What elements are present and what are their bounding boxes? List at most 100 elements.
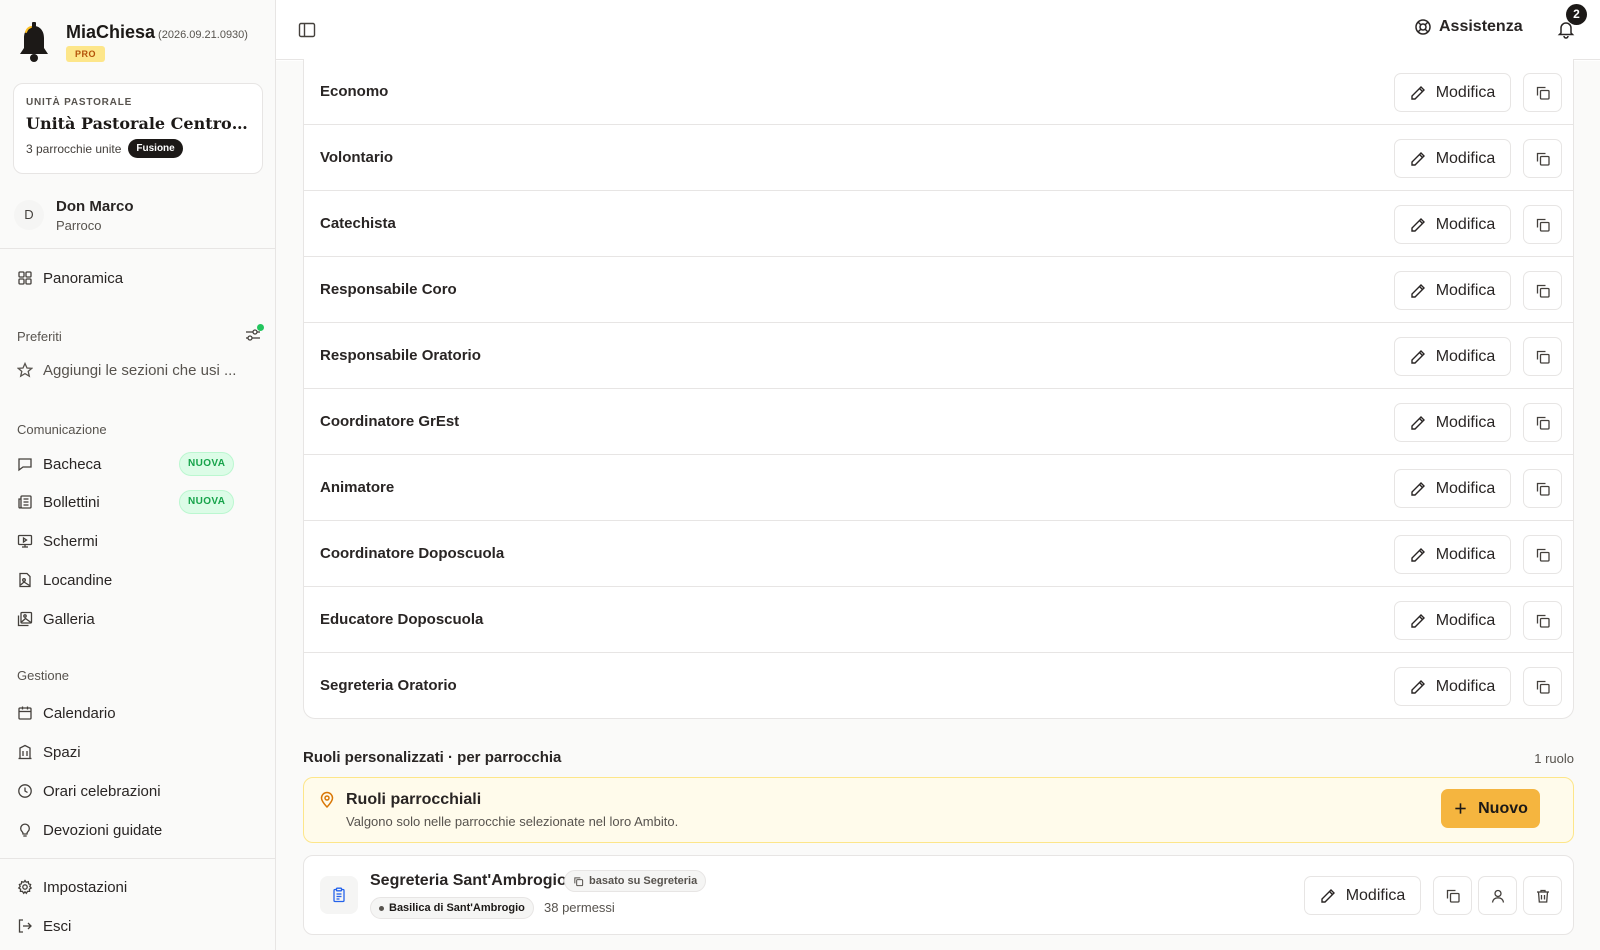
nav-spazi[interactable]: Spazi [17, 740, 81, 764]
avatar: D [14, 200, 44, 230]
nav-label: Bollettini [43, 493, 100, 511]
map-pin-icon [320, 791, 334, 809]
nav-devozioni-guidate[interactable]: Devozioni guidate [17, 818, 162, 842]
table-row: Volontario Modifica [304, 125, 1573, 191]
custom-role-name: Segreteria Sant'Ambrogio [370, 872, 567, 889]
role-name: Volontario [320, 149, 394, 166]
nav-label: Panoramica [43, 269, 124, 287]
nav-esci[interactable]: Esci [17, 914, 71, 938]
edit-label: Modifica [1435, 149, 1496, 167]
role-name: Coordinatore Doposcuola [320, 545, 505, 562]
edit-label: Modifica [1435, 281, 1496, 299]
user-icon [1491, 889, 1504, 903]
edit-role-button[interactable]: Modifica [1394, 139, 1511, 178]
calendar-icon [18, 706, 32, 720]
divider [0, 248, 276, 249]
nav-orari-celebrazioni[interactable]: Orari celebrazioni [17, 779, 161, 803]
file-image-icon [19, 572, 31, 588]
favorites-settings-button[interactable] [244, 324, 264, 344]
pencil-icon [1411, 85, 1425, 100]
edit-role-button[interactable]: Modifica [1394, 469, 1511, 508]
sidebar-toggle-icon[interactable] [298, 21, 316, 39]
topbar: Assistenza 2 [276, 0, 1600, 60]
edit-custom-role-button[interactable]: Modifica [1304, 876, 1421, 915]
nav-locandine[interactable]: Locandine [17, 568, 112, 592]
parish-chip: Basilica di Sant'Ambrogio [370, 897, 534, 919]
duplicate-role-button[interactable] [1523, 139, 1562, 178]
duplicate-role-button[interactable] [1523, 535, 1562, 574]
table-row: Coordinatore GrEst Modifica [304, 389, 1573, 455]
table-row: Coordinatore Doposcuola Modifica [304, 521, 1573, 587]
copy-icon [1536, 548, 1550, 562]
favorites-heading: Preferiti [17, 329, 62, 344]
user-name: Don Marco [56, 198, 134, 215]
unit-meta: 3 parrocchie unite Fusione [26, 139, 250, 158]
copy-icon [574, 876, 584, 886]
copy-icon [1536, 680, 1550, 694]
duplicate-role-button[interactable] [1523, 469, 1562, 508]
edit-role-button[interactable]: Modifica [1394, 205, 1511, 244]
edit-label: Modifica [1435, 347, 1496, 365]
pencil-icon [1411, 415, 1425, 430]
pencil-icon [1411, 481, 1425, 496]
pencil-icon [1411, 217, 1425, 232]
brand[interactable]: MiaChiesa (2026.09.21.0930) PRO [16, 20, 266, 70]
edit-label: Modifica [1435, 611, 1496, 629]
custom-role-card: Segreteria Sant'Ambrogio basato su Segre… [303, 855, 1574, 935]
edit-role-button[interactable]: Modifica [1394, 667, 1511, 706]
edit-role-button[interactable]: Modifica [1394, 403, 1511, 442]
delete-button[interactable] [1523, 876, 1562, 915]
duplicate-role-button[interactable] [1523, 403, 1562, 442]
nav-galleria[interactable]: Galleria [17, 607, 95, 631]
user-role: Parroco [56, 218, 102, 233]
duplicate-role-button[interactable] [1523, 205, 1562, 244]
new-role-button[interactable]: Nuovo [1441, 789, 1540, 828]
church-bell-logo-icon [20, 22, 48, 62]
role-name: Educatore Doposcuola [320, 611, 484, 628]
duplicate-role-button[interactable] [1523, 337, 1562, 376]
assign-users-button[interactable] [1478, 876, 1517, 915]
pastoral-unit-card[interactable]: UNITÀ PASTORALE Unità Pastorale Centro S… [13, 83, 263, 174]
edit-role-button[interactable]: Modifica [1394, 337, 1511, 376]
edit-role-button[interactable]: Modifica [1394, 601, 1511, 640]
edit-role-button[interactable]: Modifica [1394, 271, 1511, 310]
duplicate-role-button[interactable] [1523, 271, 1562, 310]
pencil-icon [1411, 679, 1425, 694]
edit-role-button[interactable]: Modifica [1394, 535, 1511, 574]
role-name: Responsabile Oratorio [320, 347, 481, 364]
new-badge: NUOVA [179, 452, 235, 476]
copy-icon [1536, 284, 1550, 298]
help-button[interactable]: Assistenza [1414, 18, 1523, 36]
role-name: Catechista [320, 215, 396, 232]
duplicate-button[interactable] [1433, 876, 1472, 915]
custom-roles-count: 1 ruolo [1534, 751, 1574, 766]
duplicate-role-button[interactable] [1523, 667, 1562, 706]
role-name: Economo [320, 83, 389, 100]
table-row: Educatore Doposcuola Modifica [304, 587, 1573, 653]
nav-bacheca[interactable]: Bacheca [17, 452, 101, 476]
help-label: Assistenza [1439, 18, 1523, 35]
edit-role-button[interactable]: Modifica [1394, 73, 1511, 112]
duplicate-role-button[interactable] [1523, 601, 1562, 640]
divider [0, 858, 276, 859]
copy-icon [1536, 218, 1550, 232]
main-content: Economo Modifica Volontario Modifica Catechi… [276, 59, 1600, 950]
role-name: Coordinatore GrEst [320, 413, 460, 430]
nav-schermi[interactable]: Schermi [17, 529, 98, 553]
star-icon [17, 362, 33, 378]
pencil-icon [1411, 349, 1425, 364]
plan-badge: PRO [66, 46, 106, 62]
permissions-count: 38 permessi [544, 900, 615, 915]
duplicate-role-button[interactable] [1523, 73, 1562, 112]
nav-impostazioni[interactable]: Impostazioni [17, 875, 127, 899]
user-profile[interactable]: D Don Marco Parroco [14, 196, 264, 238]
copy-icon [1536, 152, 1550, 166]
nav-overview[interactable]: Panoramica [17, 266, 123, 290]
table-row: Segreteria Oratorio Modifica [304, 653, 1573, 718]
new-badge: NUOVA [179, 490, 235, 514]
nav-bollettini[interactable]: Bollettini [17, 490, 100, 514]
lightbulb-icon [20, 823, 30, 837]
add-favorites-hint[interactable]: Aggiungi le sezioni che usi ... [17, 358, 236, 382]
nav-calendario[interactable]: Calendario [17, 701, 116, 725]
fusion-badge: Fusione [128, 139, 183, 158]
